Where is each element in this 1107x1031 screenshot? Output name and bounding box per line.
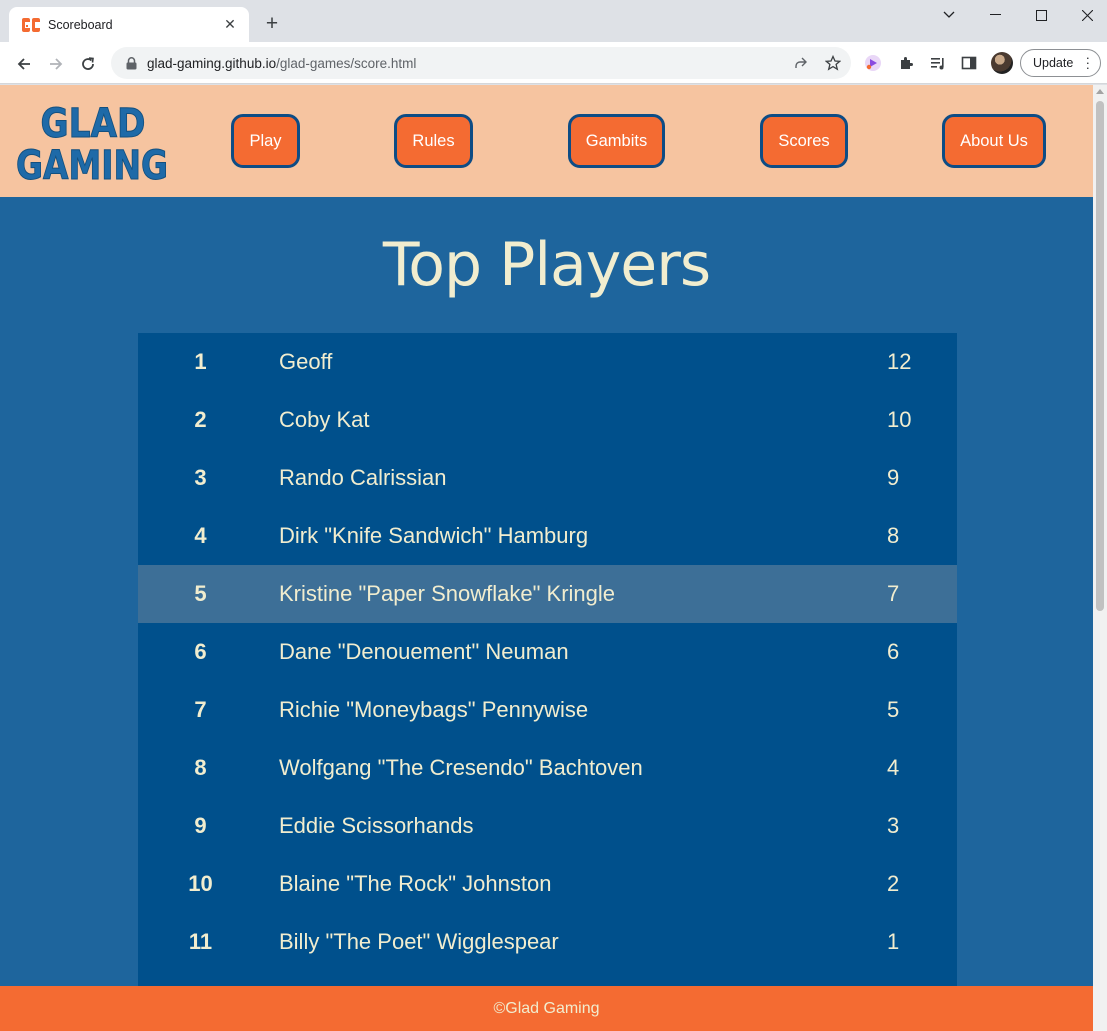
back-arrow-icon[interactable] <box>10 50 38 78</box>
scoreboard-table: 1 Geoff 12 2 Coby Kat 10 3 Rando Calriss… <box>138 333 957 993</box>
page-title: Top Players <box>382 230 711 300</box>
player-name: Blaine "The Rock" Johnston <box>279 871 552 896</box>
player-score: 12 <box>887 349 912 374</box>
reading-list-icon[interactable] <box>926 51 950 75</box>
table-row: 10 Blaine "The Rock" Johnston 2 <box>138 855 957 913</box>
url-text: glad-gaming.github.io/glad-games/score.h… <box>147 56 416 71</box>
more-menu-icon[interactable]: · · · <box>1086 51 1090 74</box>
side-panel-icon[interactable] <box>957 51 981 75</box>
logo-line1: GLAD <box>41 101 146 147</box>
player-rank: 4 <box>194 523 207 548</box>
player-rank: 10 <box>188 871 213 896</box>
update-label: Update <box>1033 56 1074 70</box>
player-name: Eddie Scissorhands <box>279 813 474 838</box>
player-score: 5 <box>887 697 900 722</box>
profile-avatar[interactable] <box>991 52 1013 74</box>
table-row: 11 Billy "The Poet" Wigglespear 1 <box>138 913 957 971</box>
close-window-icon[interactable] <box>1064 0 1107 30</box>
table-row: 7 Richie "Moneybags" Pennywise 5 <box>138 681 957 739</box>
url-path: /glad-games/score.html <box>276 55 417 71</box>
player-name: Richie "Moneybags" Pennywise <box>279 697 589 722</box>
table-row: 2 Coby Kat 10 <box>138 391 957 449</box>
player-score: 6 <box>887 639 900 664</box>
player-score: 8 <box>887 523 900 548</box>
player-score: 1 <box>887 929 900 954</box>
nav-play[interactable]: Play <box>231 114 300 168</box>
url-host: glad-gaming.github.io <box>147 55 277 71</box>
player-rank: 5 <box>194 581 207 606</box>
table-row: 4 Dirk "Knife Sandwich" Hamburg 8 <box>138 507 957 565</box>
player-rank: 9 <box>194 813 207 838</box>
media-extension-icon[interactable] <box>861 51 885 75</box>
player-score: 4 <box>887 755 900 780</box>
player-name: Coby Kat <box>279 407 370 432</box>
tab-strip: Scoreboard ✕ + <box>0 0 1107 42</box>
player-name: Wolfgang "The Cresendo" Bachtoven <box>279 755 643 780</box>
update-button[interactable]: Update · · · <box>1020 49 1101 77</box>
player-rank: 8 <box>194 755 207 780</box>
nav-scores[interactable]: Scores <box>760 114 848 168</box>
maximize-icon[interactable] <box>1018 0 1064 30</box>
player-name: Geoff <box>279 349 333 374</box>
table-row: 8 Wolfgang "The Cresendo" Bachtoven 4 <box>138 739 957 797</box>
table-row: 3 Rando Calrissian 9 <box>138 449 957 507</box>
player-rank: 3 <box>194 465 207 490</box>
browser-toolbar: glad-gaming.github.io/glad-games/score.h… <box>0 42 1107 84</box>
table-row: 1 Geoff 12 <box>138 333 957 391</box>
table-row: 6 Dane "Denouement" Neuman 6 <box>138 623 957 681</box>
player-name: Rando Calrissian <box>279 465 447 490</box>
scroll-up-arrow-icon[interactable] <box>1096 89 1104 94</box>
player-rank: 2 <box>194 407 207 432</box>
logo-line2: GAMING <box>16 143 168 181</box>
nav-rules[interactable]: Rules <box>394 114 473 168</box>
player-name: Dirk "Knife Sandwich" Hamburg <box>279 523 589 548</box>
glad-gaming-logo[interactable]: GLAD GAMING <box>15 101 170 190</box>
player-name: Dane "Denouement" Neuman <box>279 639 569 664</box>
player-rank: 11 <box>188 929 213 954</box>
scrollbar-thumb[interactable] <box>1096 101 1104 611</box>
player-name: Billy "The Poet" Wigglespear <box>279 929 559 954</box>
table-row-hovered[interactable]: 5 Kristine "Paper Snowflake" Kringle 7 <box>138 565 957 623</box>
player-score: 9 <box>887 465 900 490</box>
page-scrollbar[interactable] <box>1093 85 1107 1031</box>
nav-gambits[interactable]: Gambits <box>568 114 665 168</box>
player-rank: 1 <box>194 349 207 374</box>
page-viewport: GLAD GAMING Play Rules Gambits Scores Ab… <box>0 85 1093 1031</box>
player-rank: 6 <box>194 639 207 664</box>
player-score: 7 <box>887 581 900 606</box>
player-rank: 7 <box>194 697 207 722</box>
new-tab-plus-icon[interactable]: + <box>260 12 284 36</box>
player-score: 3 <box>887 813 900 838</box>
close-tab-icon[interactable]: ✕ <box>221 16 239 34</box>
nav-about-us[interactable]: About Us <box>942 114 1046 168</box>
player-score: 2 <box>887 871 900 896</box>
player-score: 10 <box>887 407 912 432</box>
player-name: Kristine "Paper Snowflake" Kringle <box>279 581 616 606</box>
lock-icon[interactable] <box>123 56 139 70</box>
site-header: GLAD GAMING Play Rules Gambits Scores Ab… <box>0 85 1093 197</box>
share-icon[interactable] <box>788 50 814 76</box>
glad-gaming-favicon-icon <box>22 17 40 33</box>
extensions-puzzle-icon[interactable] <box>894 51 918 75</box>
minimize-icon[interactable] <box>972 0 1018 30</box>
table-row: 9 Eddie Scissorhands 3 <box>138 797 957 855</box>
browser-tab[interactable]: Scoreboard ✕ <box>9 7 249 42</box>
tab-search-chevron-icon[interactable] <box>926 0 972 30</box>
bookmark-star-icon[interactable] <box>820 50 846 76</box>
address-bar[interactable]: glad-gaming.github.io/glad-games/score.h… <box>111 47 851 79</box>
forward-arrow-icon[interactable] <box>42 50 70 78</box>
tab-title: Scoreboard <box>48 17 113 32</box>
site-footer: ©Glad Gaming <box>0 986 1093 1031</box>
reload-icon[interactable] <box>74 50 102 78</box>
